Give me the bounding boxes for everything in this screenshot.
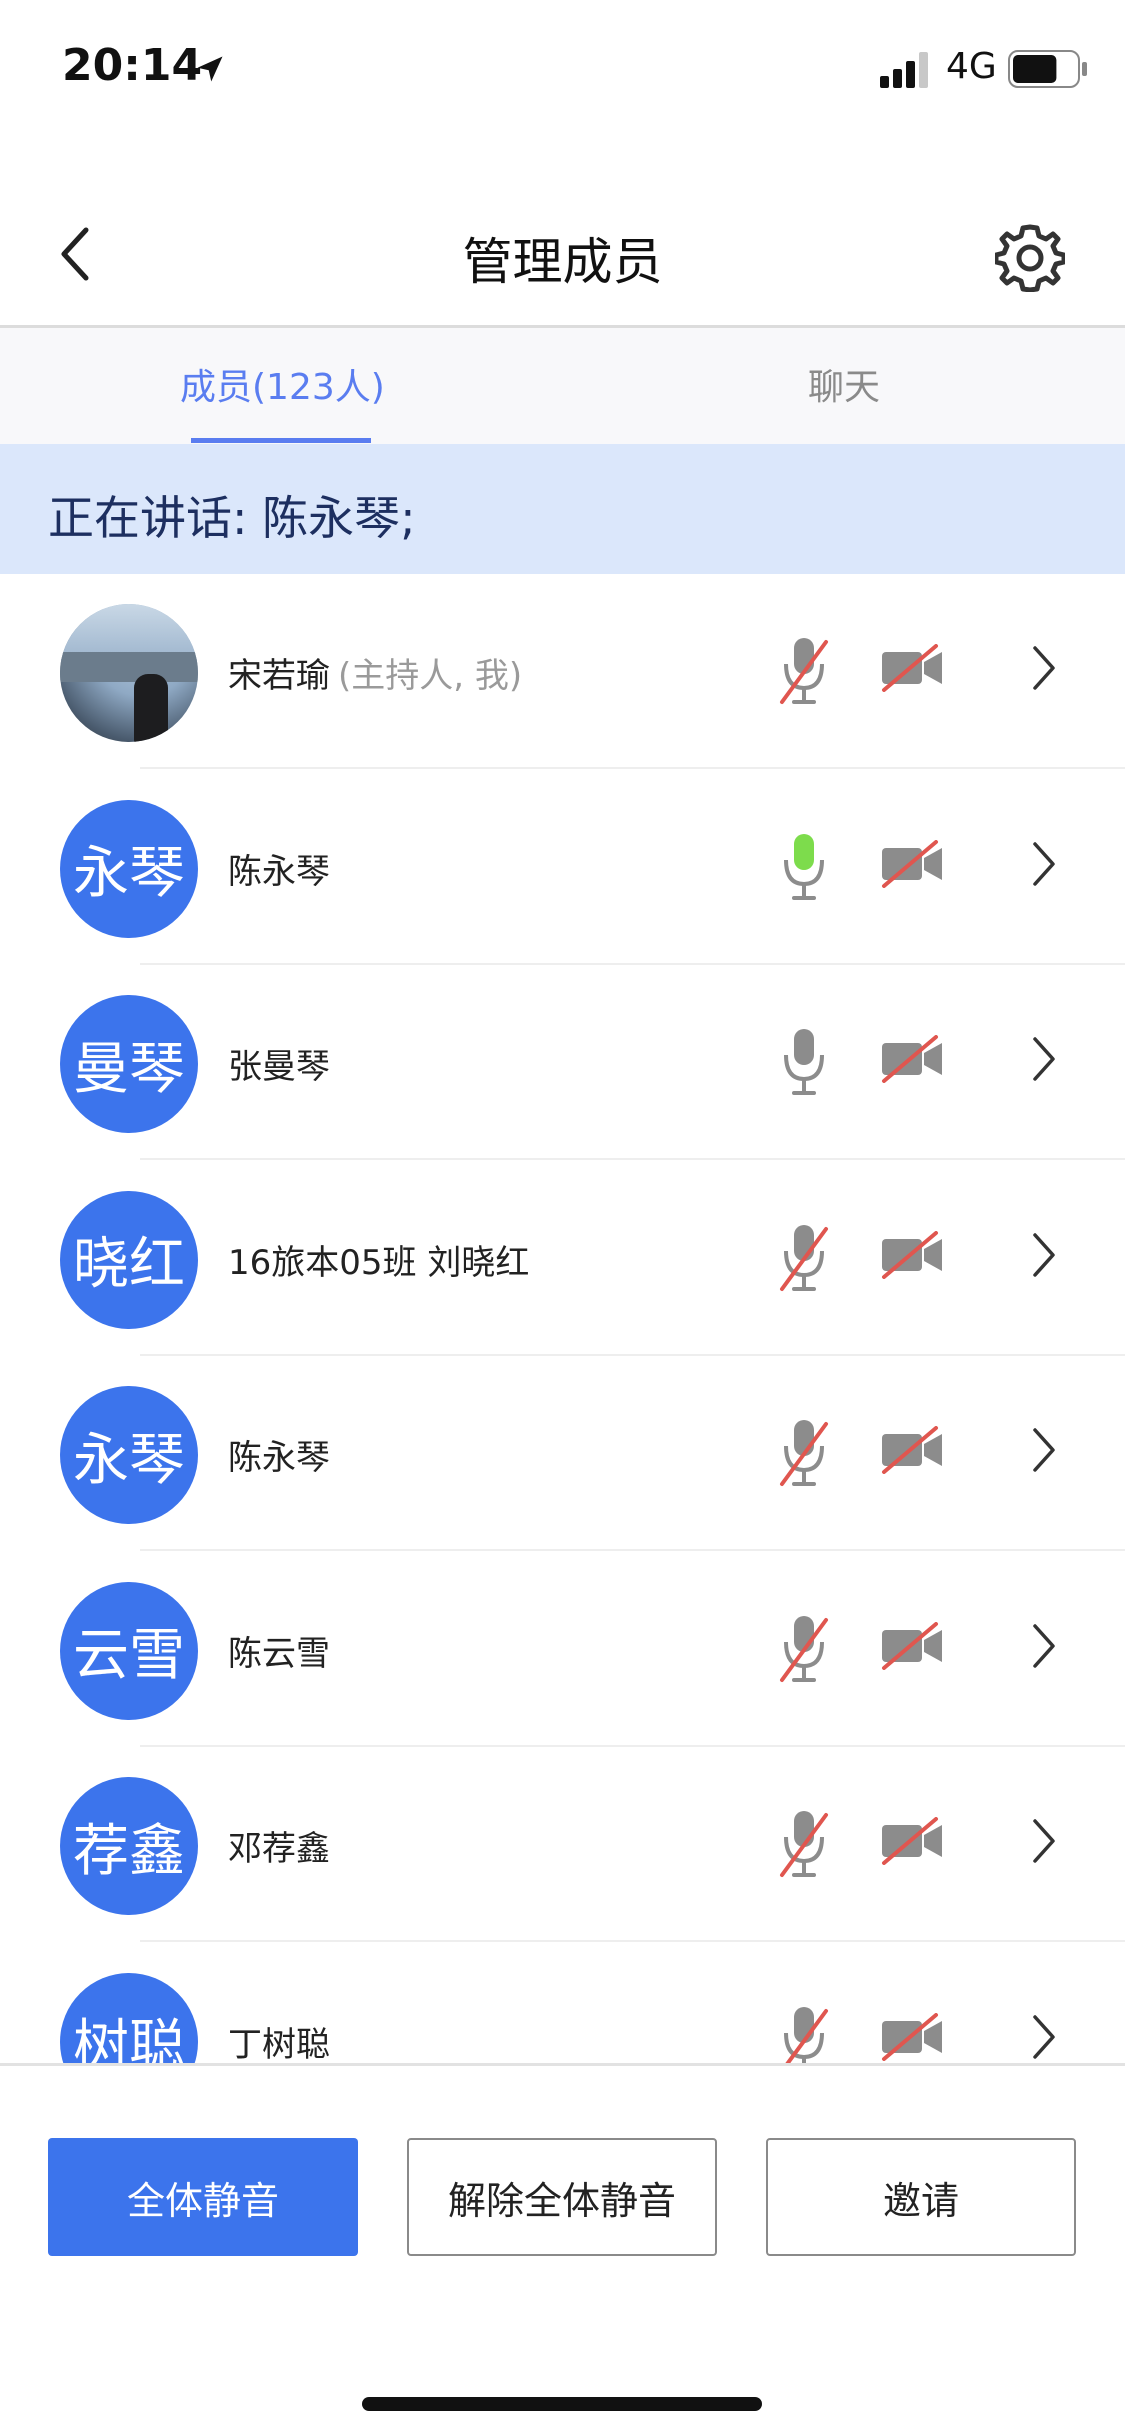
gear-icon[interactable] xyxy=(995,222,1065,292)
camera-off-icon[interactable] xyxy=(880,1230,944,1279)
member-name: 陈云雪 xyxy=(228,1626,330,1675)
nav-bar: 管理成员 xyxy=(0,200,1125,326)
member-name-text: 陈云雪 xyxy=(228,1633,330,1674)
mic-muted-icon[interactable] xyxy=(776,1221,832,1297)
page-title: 管理成员 xyxy=(462,233,663,291)
camera-off-icon[interactable] xyxy=(880,644,944,692)
member-row[interactable]: 云雪 陈云雪 xyxy=(0,1552,1125,1747)
bottom-action-bar: 全体静音 解除全体静音 邀请 xyxy=(0,2066,1125,2436)
member-name: 宋若瑜 (主持人, 我) xyxy=(228,648,522,697)
avatar xyxy=(60,604,198,742)
invite-button[interactable]: 邀请 xyxy=(766,2138,1076,2256)
member-name-text: 丁树聪 xyxy=(228,2024,330,2065)
mic-muted-icon[interactable] xyxy=(776,634,832,710)
chevron-right-icon[interactable] xyxy=(1030,1231,1058,1279)
member-row[interactable]: 曼琴 张曼琴 xyxy=(0,965,1125,1160)
camera-off-icon[interactable] xyxy=(880,1426,944,1474)
member-list[interactable]: 宋若瑜 (主持人, 我) 永琴 陈永琴 曼琴 张曼琴 晓红 16旅本05班 刘晓红 永琴 陈永琴云… xyxy=(0,574,1125,2064)
chevron-right-icon[interactable] xyxy=(1030,1426,1058,1474)
speaking-text: 正在讲话: 陈永琴; xyxy=(48,491,416,545)
network-type: 4G xyxy=(946,46,997,87)
avatar: 晓红 xyxy=(60,1190,198,1329)
camera-off-icon[interactable] xyxy=(880,1035,944,1083)
battery-icon xyxy=(1008,50,1087,88)
member-name-text: 张曼琴 xyxy=(228,1047,330,1087)
status-time: 20:14 xyxy=(62,40,203,91)
member-name-text: 陈永琴 xyxy=(228,1438,330,1478)
avatar: 永琴 xyxy=(60,1386,198,1524)
avatar: 树聪 xyxy=(60,1972,198,2064)
camera-off-icon[interactable] xyxy=(880,839,944,888)
mic-muted-icon[interactable] xyxy=(776,2003,832,2065)
mute-all-button[interactable]: 全体静音 xyxy=(48,2138,358,2256)
member-name: 陈永琴 xyxy=(228,1430,330,1479)
member-name-text: 16旅本05班 刘晓红 xyxy=(228,1242,530,1283)
avatar: 永琴 xyxy=(60,799,198,938)
member-name: 邓荐鑫 xyxy=(228,1821,330,1870)
member-row[interactable]: 宋若瑜 (主持人, 我) xyxy=(0,574,1125,769)
avatar: 云雪 xyxy=(60,1581,198,1720)
chevron-right-icon[interactable] xyxy=(1030,644,1058,692)
camera-off-icon[interactable] xyxy=(880,1621,944,1670)
cellular-signal-icon xyxy=(880,52,928,88)
member-name: 陈永琴 xyxy=(228,844,330,893)
member-row[interactable]: 永琴 陈永琴 xyxy=(0,1356,1125,1551)
mic-muted-icon[interactable] xyxy=(776,1612,832,1688)
mic-muted-icon[interactable] xyxy=(776,1416,832,1492)
chevron-right-icon[interactable] xyxy=(1030,1817,1058,1865)
tab-bar: 成员(123人) 聊天 xyxy=(0,328,1125,444)
unmute-all-button[interactable]: 解除全体静音 xyxy=(407,2138,717,2256)
home-indicator xyxy=(362,2397,762,2411)
tab-members[interactable]: 成员(123人) xyxy=(180,358,385,410)
chevron-right-icon[interactable] xyxy=(1030,1035,1058,1083)
member-name: 16旅本05班 刘晓红 xyxy=(228,1235,529,1284)
speaking-banner: 正在讲话: 陈永琴; xyxy=(0,444,1125,574)
chevron-right-icon[interactable] xyxy=(1030,2013,1058,2061)
member-name-text: 宋若瑜 xyxy=(228,656,330,696)
member-name: 张曼琴 xyxy=(228,1039,330,1088)
camera-off-icon[interactable] xyxy=(880,1817,944,1865)
chevron-right-icon[interactable] xyxy=(1030,840,1058,888)
microphone-icon[interactable] xyxy=(776,830,832,906)
status-bar: 20:14 4G xyxy=(0,0,1125,140)
avatar: 曼琴 xyxy=(60,995,198,1133)
location-arrow-icon xyxy=(197,56,223,82)
member-name-text: 邓荐鑫 xyxy=(228,1829,330,1869)
member-name-text: 陈永琴 xyxy=(228,851,330,892)
camera-off-icon[interactable] xyxy=(880,2012,944,2061)
chevron-right-icon[interactable] xyxy=(1030,1622,1058,1670)
member-name: 丁树聪 xyxy=(228,2017,330,2065)
member-role: (主持人, 我) xyxy=(338,656,523,696)
tab-active-indicator xyxy=(191,438,371,443)
avatar: 荐鑫 xyxy=(60,1777,198,1915)
member-row[interactable]: 树聪 丁树聪 xyxy=(0,1943,1125,2065)
tab-chat[interactable]: 聊天 xyxy=(808,358,880,410)
member-row[interactable]: 晓红 16旅本05班 刘晓红 xyxy=(0,1161,1125,1356)
member-row[interactable]: 永琴 陈永琴 xyxy=(0,770,1125,965)
member-row[interactable]: 荐鑫 邓荐鑫 xyxy=(0,1747,1125,1942)
microphone-icon[interactable] xyxy=(776,1025,832,1101)
mic-muted-icon[interactable] xyxy=(776,1807,832,1883)
